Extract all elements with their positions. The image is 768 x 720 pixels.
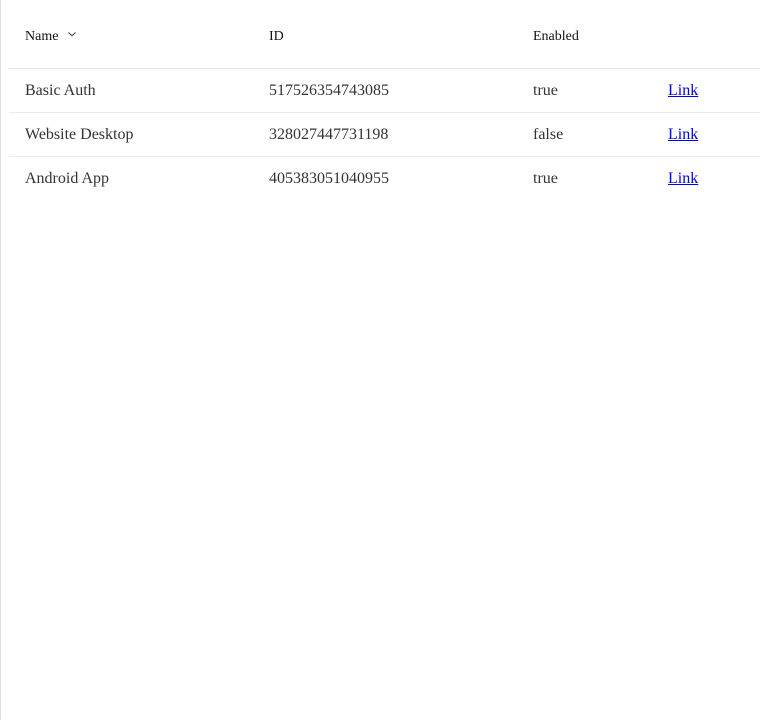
- sort-by-name-button[interactable]: Name: [25, 29, 77, 45]
- column-header-enabled-label: Enabled: [533, 29, 579, 44]
- table-row: Basic Auth 517526354743085 true Link: [9, 69, 760, 113]
- row-link[interactable]: Link: [668, 82, 698, 100]
- chevron-down-icon[interactable]: [67, 30, 77, 38]
- row-id-cell: 405383051040955: [269, 170, 389, 187]
- row-id-cell: 517526354743085: [269, 81, 389, 99]
- table-row: Website Desktop 328027447731198 false Li…: [9, 113, 760, 157]
- table-row: Android App 405383051040955 true Link: [9, 157, 760, 201]
- row-link[interactable]: Link: [668, 170, 698, 188]
- apps-table: Name ID Enabled Basic Auth 5175263547430…: [9, 0, 760, 201]
- row-name-cell: Basic Auth: [25, 81, 96, 99]
- row-link-cell: Link: [668, 113, 698, 156]
- row-name-cell: Website Desktop: [25, 125, 134, 143]
- row-link-cell: Link: [668, 157, 698, 201]
- table-header-row: Name ID Enabled: [9, 0, 760, 69]
- column-header-id: ID: [269, 0, 284, 68]
- column-header-name[interactable]: Name: [25, 0, 77, 68]
- column-header-enabled: Enabled: [533, 0, 579, 68]
- panel-left-border: [0, 0, 1, 720]
- row-name-cell: Android App: [25, 170, 109, 187]
- row-link-cell: Link: [668, 69, 698, 112]
- row-id-cell: 328027447731198: [269, 125, 389, 143]
- column-header-id-label: ID: [269, 29, 284, 44]
- row-enabled-cell: true: [533, 170, 558, 187]
- row-link[interactable]: Link: [668, 126, 698, 144]
- column-header-name-label: Name: [25, 29, 59, 44]
- row-enabled-cell: true: [533, 81, 558, 99]
- row-enabled-cell: false: [533, 125, 564, 143]
